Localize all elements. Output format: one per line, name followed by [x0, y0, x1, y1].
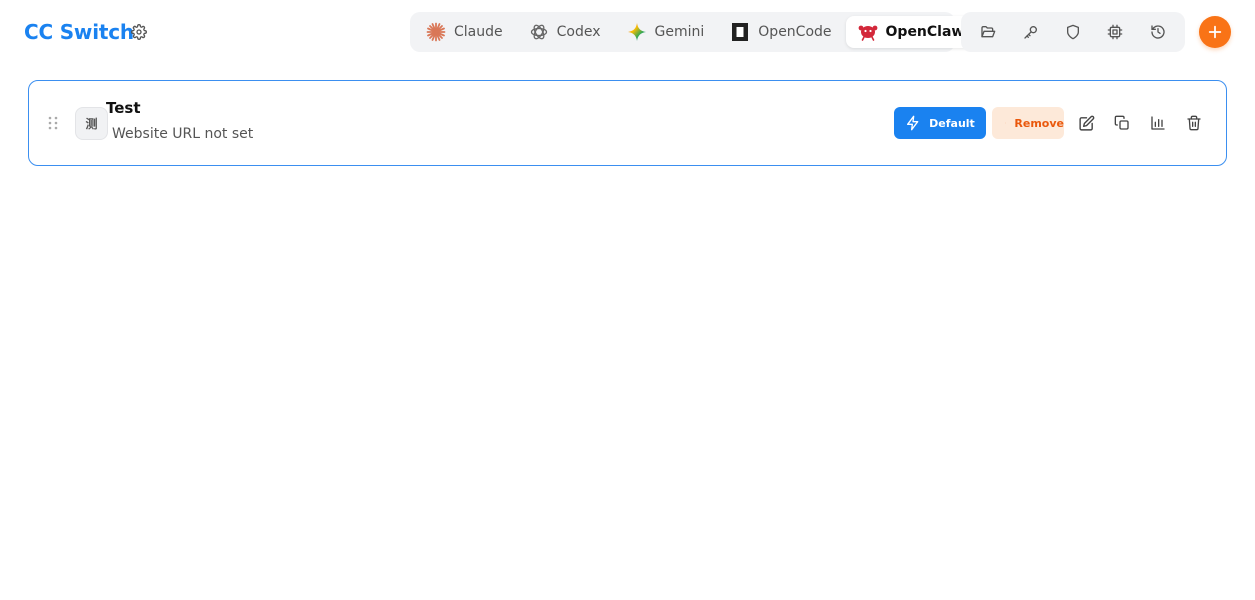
api-keys-button[interactable]	[1015, 16, 1047, 48]
tab-codex[interactable]: Codex	[517, 16, 613, 48]
openclaw-crab-icon	[858, 22, 878, 42]
duplicate-icon	[1114, 115, 1129, 130]
security-button[interactable]	[1057, 16, 1089, 48]
toolbar	[961, 12, 1185, 52]
drag-handle[interactable]	[47, 115, 59, 131]
key-icon	[1023, 25, 1037, 39]
tab-claude-label: Claude	[454, 24, 503, 40]
tab-gemini-label: Gemini	[654, 24, 705, 40]
claude-sunburst-icon	[426, 22, 446, 42]
usage-stats-button[interactable]	[1146, 111, 1170, 135]
cpu-chip-icon	[1108, 24, 1123, 40]
app-title: CC Switch	[24, 20, 134, 44]
set-default-button[interactable]: Default	[894, 107, 986, 139]
models-button[interactable]	[1099, 16, 1131, 48]
tab-opencode-label: OpenCode	[758, 24, 832, 40]
edit-provider-button[interactable]	[1074, 111, 1098, 135]
gemini-sparkle-icon	[627, 22, 647, 42]
minus-icon	[1005, 122, 1007, 124]
trash-icon	[1187, 115, 1201, 131]
history-button[interactable]	[1142, 16, 1174, 48]
app-header: CC Switch Claude Codex Gemini OpenCode O…	[0, 0, 1255, 64]
history-icon	[1151, 25, 1165, 39]
tab-openclaw-label: OpenClaw	[885, 24, 965, 40]
open-folder-button[interactable]	[972, 16, 1004, 48]
tab-opencode[interactable]: OpenCode	[718, 16, 843, 48]
settings-button[interactable]	[129, 22, 149, 42]
remove-label: Remove	[1014, 116, 1064, 130]
plus-icon	[1208, 25, 1222, 39]
openai-knot-icon	[529, 22, 549, 42]
set-default-label: Default	[929, 116, 975, 130]
delete-provider-button[interactable]	[1182, 111, 1206, 135]
remove-button[interactable]: Remove	[992, 107, 1064, 139]
tab-openclaw[interactable]: OpenClaw	[845, 16, 977, 48]
folder-open-icon	[981, 26, 996, 38]
gear-icon	[131, 24, 147, 40]
shield-icon	[1066, 24, 1079, 40]
tab-gemini[interactable]: Gemini	[615, 16, 717, 48]
opencode-square-icon	[730, 22, 750, 42]
bar-chart-icon	[1151, 116, 1165, 130]
app-switcher-tabs: Claude Codex Gemini OpenCode OpenClaw	[410, 12, 977, 52]
add-provider-button[interactable]	[1199, 16, 1231, 48]
provider-card[interactable]: 测 Test Website URL not set Default Remov…	[28, 80, 1227, 166]
tab-claude[interactable]: Claude	[414, 16, 515, 48]
edit-icon	[1078, 115, 1094, 131]
provider-name: Test	[106, 99, 141, 117]
grip-vertical-icon	[48, 116, 58, 130]
tab-codex-label: Codex	[556, 24, 601, 40]
provider-url: Website URL not set	[112, 126, 254, 142]
duplicate-provider-button[interactable]	[1110, 111, 1134, 135]
lightning-icon	[907, 115, 919, 131]
provider-avatar: 测	[75, 107, 108, 140]
